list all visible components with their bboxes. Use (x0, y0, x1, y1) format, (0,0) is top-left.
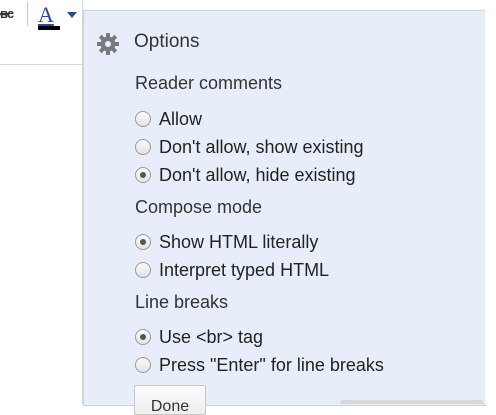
radio-button[interactable] (135, 111, 151, 127)
radio-label: Press "Enter" for line breaks (159, 355, 384, 375)
radio-button[interactable] (135, 262, 151, 278)
line-breaks-heading: Line breaks (135, 292, 229, 312)
font-color-icon: A (38, 2, 54, 27)
editor-toolbar: ᴃᴄ A (0, 0, 82, 65)
post-editor: ᴃᴄ A (0, 0, 83, 404)
radio-label: Interpret typed HTML (159, 260, 330, 280)
radio-button[interactable] (135, 139, 151, 155)
strikethrough-button[interactable]: ᴃᴄ (0, 6, 14, 21)
radio-button[interactable] (135, 329, 151, 345)
chevron-down-icon[interactable] (67, 12, 77, 18)
font-color-swatch (38, 26, 60, 30)
options-title: Options (134, 31, 200, 52)
popup-shadow (340, 400, 484, 404)
font-color-button[interactable]: A (36, 2, 62, 30)
radio-button[interactable] (135, 167, 151, 183)
gear-icon (97, 33, 119, 55)
radio-label: Don't allow, show existing (159, 137, 364, 157)
radio-label: Use <br> tag (159, 327, 264, 347)
compose-mode-heading: Compose mode (135, 197, 263, 217)
reader-comments-heading: Reader comments (135, 73, 283, 93)
radio-label: Show HTML literally (159, 232, 319, 252)
radio-label: Don't allow, hide existing (159, 165, 356, 185)
done-button[interactable]: Done (134, 385, 206, 415)
page-right-edge (485, 0, 496, 404)
radio-label: Allow (159, 109, 203, 129)
toolbar-separator (27, 2, 28, 26)
radio-button[interactable] (135, 357, 151, 373)
options-panel: Options Reader comments Allow Don't allo… (83, 10, 486, 415)
radio-button[interactable] (135, 234, 151, 250)
